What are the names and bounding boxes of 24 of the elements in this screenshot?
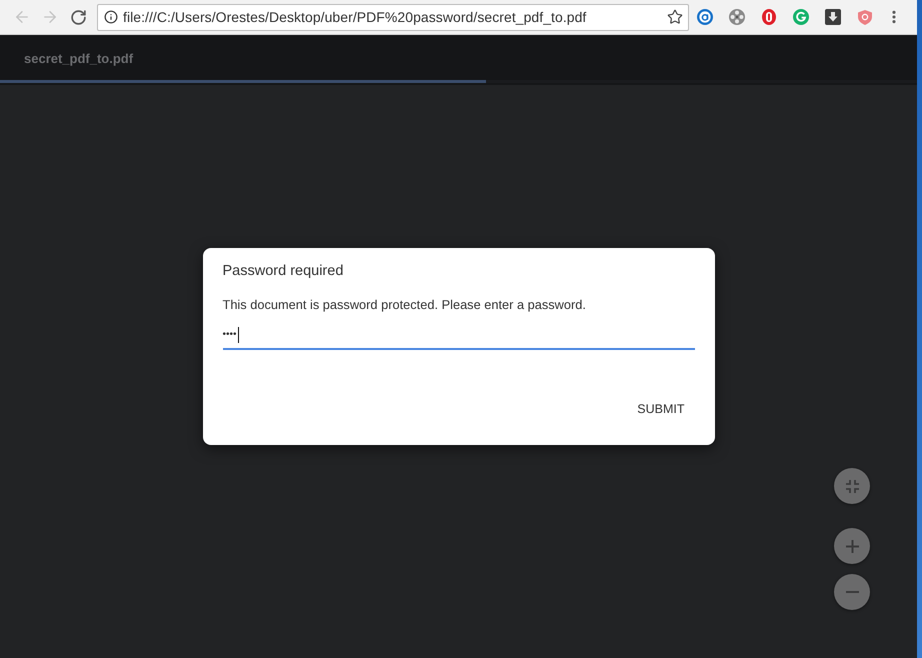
dialog-title: Password required (222, 262, 344, 280)
exit-fullscreen-icon (846, 480, 858, 492)
reload-icon (70, 8, 86, 26)
zoom-out-button[interactable] (834, 574, 870, 610)
forward-arrow-icon (41, 8, 59, 26)
stop-hand-icon[interactable] (762, 9, 776, 25)
plus-icon (846, 540, 858, 552)
url-text: file:///C:/Users/Orestes/Desktop/uber/PDF%20password/secret_pdf_to.pdf (123, 9, 588, 25)
dialog-message: This document is password protected. Please enter a password. (222, 297, 587, 313)
document-title: secret_pdf_to.pdf (24, 51, 134, 66)
address-bar[interactable]: file:///C:/Users/Orestes/Desktop/uber/PDF%20password/secret_pdf_to.pdf (97, 4, 689, 30)
submit-button[interactable]: SUBMIT (629, 391, 692, 427)
bookmark-star-icon[interactable] (667, 9, 683, 25)
arc-badge-icon[interactable] (793, 9, 809, 25)
download-icon[interactable] (825, 9, 841, 25)
minus-icon (846, 591, 858, 593)
zoom-in-button[interactable] (834, 528, 870, 564)
password-field[interactable]: •••• (222, 322, 694, 350)
shield-icon[interactable] (858, 10, 872, 24)
round-badge-icon[interactable] (697, 9, 713, 25)
text-cursor-icon (238, 327, 239, 343)
fit-to-page-button[interactable] (834, 468, 870, 504)
info-icon (104, 10, 118, 24)
film-reel-icon[interactable] (729, 9, 745, 25)
